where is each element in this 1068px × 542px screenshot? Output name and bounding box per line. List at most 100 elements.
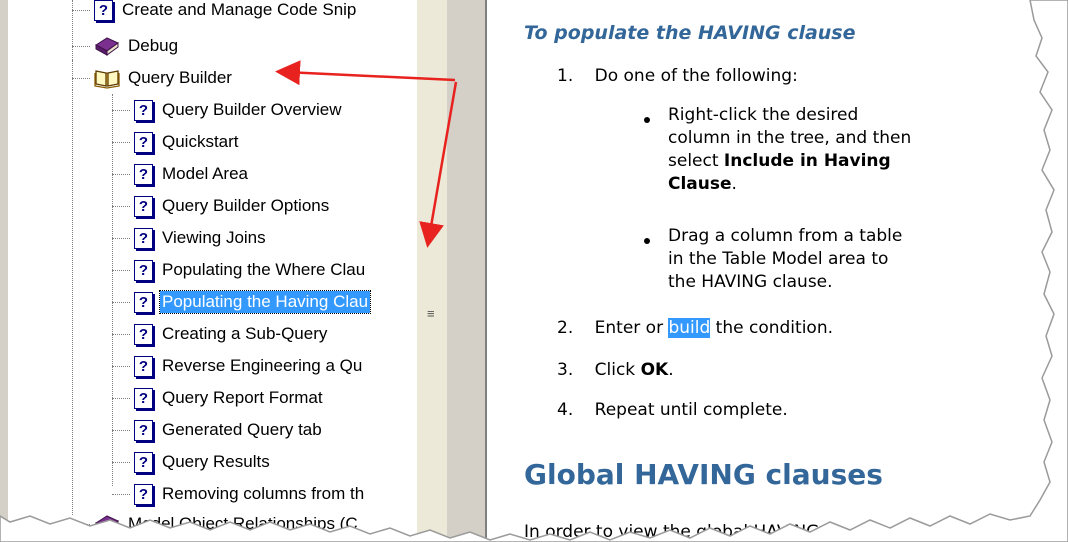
tree-item-label: Removing columns from th <box>162 484 365 503</box>
tree-item[interactable]: ? Populating the Where Clau <box>112 254 367 286</box>
tree-item[interactable]: ? Query Report Format <box>112 382 325 414</box>
tree-connector <box>72 9 90 11</box>
build-link[interactable]: build <box>668 318 711 338</box>
tree-item[interactable]: ? Query Results <box>112 446 272 478</box>
step-text: Do one of the following: <box>594 66 798 86</box>
step-number: 2. <box>557 318 574 338</box>
tree-item-label: Model Object Relationships (C <box>128 514 358 533</box>
help-page-icon: ? <box>134 355 153 377</box>
bullet-line: Right-click the desired <box>668 105 859 125</box>
tree-connector <box>72 45 90 47</box>
tree-item[interactable]: Model Object Relationships (C <box>72 508 360 540</box>
section-heading: Global HAVING clauses <box>524 458 883 491</box>
closed-book-icon <box>95 37 119 56</box>
tree-connector <box>112 397 130 399</box>
tree-item[interactable]: ? Creating a Sub-Query <box>112 318 329 350</box>
tree-item-label: Query Report Format <box>162 388 323 407</box>
tree-connector <box>112 269 130 271</box>
help-page-icon: ? <box>134 451 153 473</box>
tree-item-debug[interactable]: Debug <box>72 30 180 62</box>
tree-item[interactable]: ? Quickstart <box>112 126 241 158</box>
tree-item[interactable]: ? Model Area <box>112 158 250 190</box>
tree-item[interactable]: ? Viewing Joins <box>112 222 268 254</box>
pane-splitter[interactable]: ≡ <box>416 0 448 542</box>
tree-item-label: Generated Query tab <box>162 420 322 439</box>
bullet-item-2: Drag a column from a table in the Table … <box>668 225 902 294</box>
ok-command-text: OK <box>640 360 669 380</box>
open-book-icon <box>94 70 120 89</box>
tree-connector <box>112 461 130 463</box>
help-page-icon: ? <box>134 195 153 217</box>
menu-command-text: Clause <box>668 174 732 194</box>
help-page-icon: ? <box>134 227 153 249</box>
help-page-icon: ? <box>134 387 153 409</box>
step-4: 4. Repeat until complete. <box>557 400 788 420</box>
help-contents-tree[interactable]: ? Create and Manage Code Snip Debug Quer… <box>0 0 417 542</box>
bullet-item-1: Right-click the desired column in the tr… <box>668 104 911 196</box>
tree-connector <box>72 523 90 525</box>
tree-item[interactable]: ? Generated Query tab <box>112 414 324 446</box>
help-page-icon: ? <box>134 99 153 121</box>
step-text: . <box>668 360 674 380</box>
tree-item[interactable]: ? Query Builder Overview <box>112 94 344 126</box>
tree-item[interactable]: ? Create and Manage Code Snip <box>72 0 358 26</box>
tree-item[interactable]: ? Query Builder Options <box>112 190 331 222</box>
help-topic-content: To populate the HAVING clause 1. Do one … <box>487 0 1068 542</box>
tree-connector <box>112 301 130 303</box>
tree-connector <box>112 109 130 111</box>
step-3: 3. Click OK. <box>557 360 674 380</box>
tree-item-label: Populating the Where Clau <box>162 260 366 279</box>
tree-connector <box>112 365 130 367</box>
tree-item-label: Populating the Having Clau <box>158 290 372 314</box>
tree-item-label: Query Builder <box>128 68 232 87</box>
tree-connector <box>112 429 130 431</box>
bullet-line: the HAVING clause. <box>668 272 833 292</box>
bullet-line: column in the tree, and then <box>668 128 912 148</box>
tree-item[interactable]: ? Reverse Engineering a Qu <box>112 350 364 382</box>
bullet-line: Drag a column from a table <box>668 226 903 246</box>
bullet-line: in the Table Model area to <box>668 249 889 269</box>
bullet-text: . <box>731 174 737 194</box>
help-page-icon: ? <box>134 163 153 185</box>
step-number: 4. <box>557 400 574 420</box>
tree-connector <box>72 77 90 79</box>
tree-item-query-builder[interactable]: Query Builder <box>72 62 234 94</box>
tree-connector <box>112 205 130 207</box>
bullet-icon <box>644 238 650 244</box>
tree-item-label: Create and Manage Code Snip <box>122 0 357 19</box>
step-number: 1. <box>557 66 574 86</box>
closed-book-icon <box>95 515 119 534</box>
step-text: Repeat until complete. <box>594 400 788 420</box>
step-2: 2. Enter or build the condition. <box>557 318 833 338</box>
tree-item-label: Query Builder Options <box>162 196 330 215</box>
tree-item-label: Creating a Sub-Query <box>162 324 328 343</box>
procedure-heading: To populate the HAVING clause <box>524 22 856 44</box>
step-text: the condition. <box>710 318 833 338</box>
tree-item-label: Query Results <box>162 452 270 471</box>
step-text: Enter or <box>594 318 669 338</box>
tree-guide-line <box>72 90 73 515</box>
tree-item-label: Reverse Engineering a Qu <box>162 356 363 375</box>
menu-command-text: Include in Having <box>723 151 891 171</box>
tree-item-label: Viewing Joins <box>162 228 266 247</box>
tree-connector <box>112 493 130 495</box>
bullet-line: Clause. <box>668 173 911 196</box>
step-1: 1. Do one of the following: <box>557 66 798 86</box>
bullet-text: select <box>668 151 724 171</box>
tree-connector <box>112 333 130 335</box>
bullet-line: select Include in Having <box>668 150 911 173</box>
bullet-icon <box>644 117 650 123</box>
tree-connector <box>112 237 130 239</box>
window-frame <box>447 0 485 542</box>
tree-item[interactable]: ? Removing columns from th <box>112 478 366 510</box>
step-number: 3. <box>557 360 574 380</box>
help-page-icon: ? <box>134 259 153 281</box>
tree-connector <box>112 141 130 143</box>
tree-item-selected[interactable]: ? Populating the Having Clau <box>112 286 372 318</box>
step-text: Click <box>594 360 641 380</box>
tree-item-label: Quickstart <box>162 132 239 151</box>
help-page-icon: ? <box>94 0 113 21</box>
tree-margin <box>0 0 8 542</box>
help-page-icon: ? <box>134 323 153 345</box>
help-page-icon: ? <box>134 483 153 505</box>
